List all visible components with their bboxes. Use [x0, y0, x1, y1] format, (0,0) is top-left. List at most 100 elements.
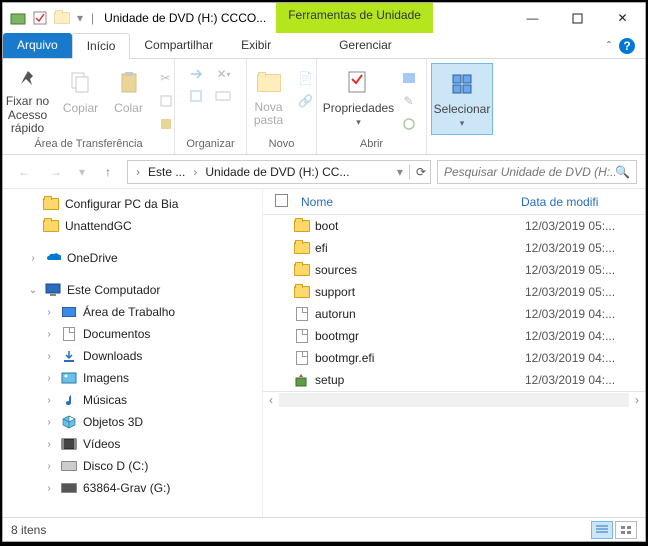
- tab-view[interactable]: Exibir: [227, 33, 285, 58]
- chevron-right-icon[interactable]: ›: [136, 165, 140, 179]
- qat-properties-icon[interactable]: [31, 9, 49, 27]
- objects3d-icon: [61, 414, 77, 430]
- new-folder-button: Nova pasta: [246, 63, 292, 135]
- pictures-icon: [61, 370, 77, 386]
- file-type-icon: [293, 240, 311, 256]
- close-button[interactable]: ✕: [600, 4, 645, 32]
- address-dropdown-icon[interactable]: ▾: [397, 165, 403, 179]
- cut-icon: ✂: [154, 67, 178, 89]
- app-icon: [9, 9, 27, 27]
- file-name: sources: [311, 263, 525, 277]
- select-button[interactable]: Selecionar ▾: [431, 63, 493, 135]
- pin-icon: [12, 67, 44, 93]
- horizontal-scrollbar[interactable]: ‹›: [263, 391, 645, 407]
- qat-dropdown-icon[interactable]: ▾: [77, 11, 83, 25]
- chevron-right-icon[interactable]: ›: [193, 165, 197, 179]
- recent-locations-button[interactable]: ▾: [75, 159, 89, 185]
- file-list[interactable]: Nome Data de modifi boot12/03/2019 05:..…: [263, 189, 645, 517]
- pin-button[interactable]: Fixar no Acesso rápido: [0, 63, 56, 135]
- downloads-icon: [61, 348, 77, 364]
- onedrive-icon: [45, 250, 61, 266]
- drive-icon: [61, 480, 77, 496]
- tree-pictures[interactable]: ›Imagens: [9, 367, 262, 389]
- properties-button[interactable]: Propriedades ▾: [323, 63, 395, 135]
- list-item[interactable]: efi12/03/2019 05:...: [263, 237, 645, 259]
- tree-drive-g[interactable]: ›63864-Grav (G:): [9, 477, 262, 499]
- select-all-checkbox[interactable]: [275, 194, 293, 210]
- tree-3d-objects[interactable]: ›Objetos 3D: [9, 411, 262, 433]
- search-box[interactable]: 🔍: [437, 160, 637, 184]
- tab-file[interactable]: Arquivo: [3, 33, 72, 58]
- group-new-label: Novo: [269, 136, 295, 152]
- tree-videos[interactable]: ›Vídeos: [9, 433, 262, 455]
- chevron-down-icon: ▾: [356, 117, 361, 128]
- tree-documents[interactable]: ›Documentos: [9, 323, 262, 345]
- tree-item[interactable]: Configurar PC da Bia: [9, 193, 262, 215]
- file-type-icon: [293, 328, 311, 344]
- item-count: 8 itens: [11, 523, 46, 537]
- up-button[interactable]: ↑: [95, 159, 121, 185]
- crumb-computer[interactable]: Este ...: [144, 165, 189, 179]
- list-item[interactable]: bootmgr.efi12/03/2019 04:...: [263, 347, 645, 369]
- column-name[interactable]: Nome: [293, 195, 513, 209]
- navigation-bar: ← → ▾ ↑ › Este ... › Unidade de DVD (H:)…: [3, 155, 645, 189]
- minimize-button[interactable]: —: [510, 4, 555, 32]
- column-headers[interactable]: Nome Data de modifi: [263, 189, 645, 215]
- tree-this-pc[interactable]: ⌄Este Computador: [9, 279, 262, 301]
- back-button[interactable]: ←: [11, 159, 37, 185]
- paste-icon: [113, 67, 145, 99]
- group-clipboard-label: Área de Transferência: [34, 136, 142, 152]
- tree-drive-c[interactable]: ›Disco D (C:): [9, 455, 262, 477]
- paste-shortcut-icon: [154, 113, 178, 135]
- file-date: 12/03/2019 05:...: [525, 285, 615, 299]
- list-item[interactable]: autorun12/03/2019 04:...: [263, 303, 645, 325]
- search-input[interactable]: [444, 165, 615, 179]
- crumb-drive[interactable]: Unidade de DVD (H:) CC...: [201, 165, 353, 179]
- delete-icon: ✕▾: [212, 63, 236, 85]
- contextual-tab-header: Ferramentas de Unidade: [276, 3, 433, 33]
- list-item[interactable]: bootmgr12/03/2019 04:...: [263, 325, 645, 347]
- refresh-button[interactable]: ⟳: [409, 165, 426, 179]
- copy-path-icon: [154, 90, 178, 112]
- tree-music[interactable]: ›Músicas: [9, 389, 262, 411]
- tree-desktop[interactable]: ›Área de Trabalho: [9, 301, 262, 323]
- file-name: efi: [311, 241, 525, 255]
- history-icon: [397, 113, 421, 135]
- list-item[interactable]: setup12/03/2019 04:...: [263, 369, 645, 391]
- address-bar[interactable]: › Este ... › Unidade de DVD (H:) CC... ▾…: [127, 160, 431, 184]
- list-item[interactable]: sources12/03/2019 05:...: [263, 259, 645, 281]
- edit-icon: ✎: [397, 90, 421, 112]
- file-date: 12/03/2019 04:...: [525, 373, 615, 387]
- title-bar: ▾ | Unidade de DVD (H:) CCCO... Ferramen…: [3, 3, 645, 33]
- collapse-ribbon-icon[interactable]: ˆ: [607, 39, 611, 53]
- videos-icon: [61, 436, 77, 452]
- ribbon-tabs: Arquivo Início Compartilhar Exibir Geren…: [3, 33, 645, 59]
- list-item[interactable]: boot12/03/2019 05:...: [263, 215, 645, 237]
- list-item[interactable]: support12/03/2019 05:...: [263, 281, 645, 303]
- navigation-pane[interactable]: Configurar PC da Bia UnattendGC ›OneDriv…: [3, 189, 263, 517]
- file-type-icon: [293, 284, 311, 300]
- tab-home[interactable]: Início: [72, 33, 131, 59]
- tree-onedrive[interactable]: ›OneDrive: [9, 247, 262, 269]
- file-name: autorun: [311, 307, 525, 321]
- tree-item[interactable]: UnattendGC: [9, 215, 262, 237]
- tab-share[interactable]: Compartilhar: [130, 33, 227, 58]
- qat-newfolder-icon[interactable]: [53, 9, 71, 27]
- file-name: support: [311, 285, 525, 299]
- select-icon: [446, 68, 478, 100]
- file-type-icon: [293, 218, 311, 234]
- open-icon: [397, 67, 421, 89]
- tree-downloads[interactable]: ›Downloads: [9, 345, 262, 367]
- column-date[interactable]: Data de modifi: [513, 195, 606, 209]
- search-icon: 🔍: [615, 165, 630, 179]
- maximize-button[interactable]: [555, 4, 600, 32]
- documents-icon: [61, 326, 77, 342]
- forward-button[interactable]: →: [43, 159, 69, 185]
- file-date: 12/03/2019 04:...: [525, 351, 615, 365]
- chevron-down-icon: ▾: [460, 118, 465, 129]
- file-type-icon: [293, 306, 311, 322]
- help-icon[interactable]: ?: [619, 38, 635, 54]
- tab-manage[interactable]: Gerenciar: [325, 33, 406, 58]
- details-view-button[interactable]: [591, 521, 613, 539]
- large-icons-view-button[interactable]: [615, 521, 637, 539]
